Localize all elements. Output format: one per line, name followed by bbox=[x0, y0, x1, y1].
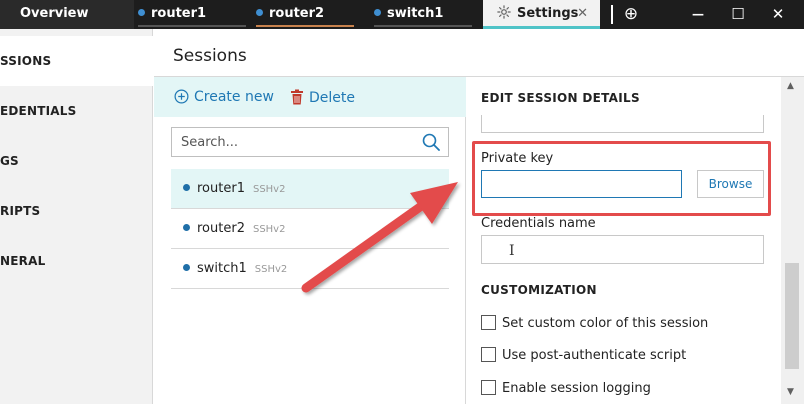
annotation-arrow-icon bbox=[301, 182, 458, 293]
